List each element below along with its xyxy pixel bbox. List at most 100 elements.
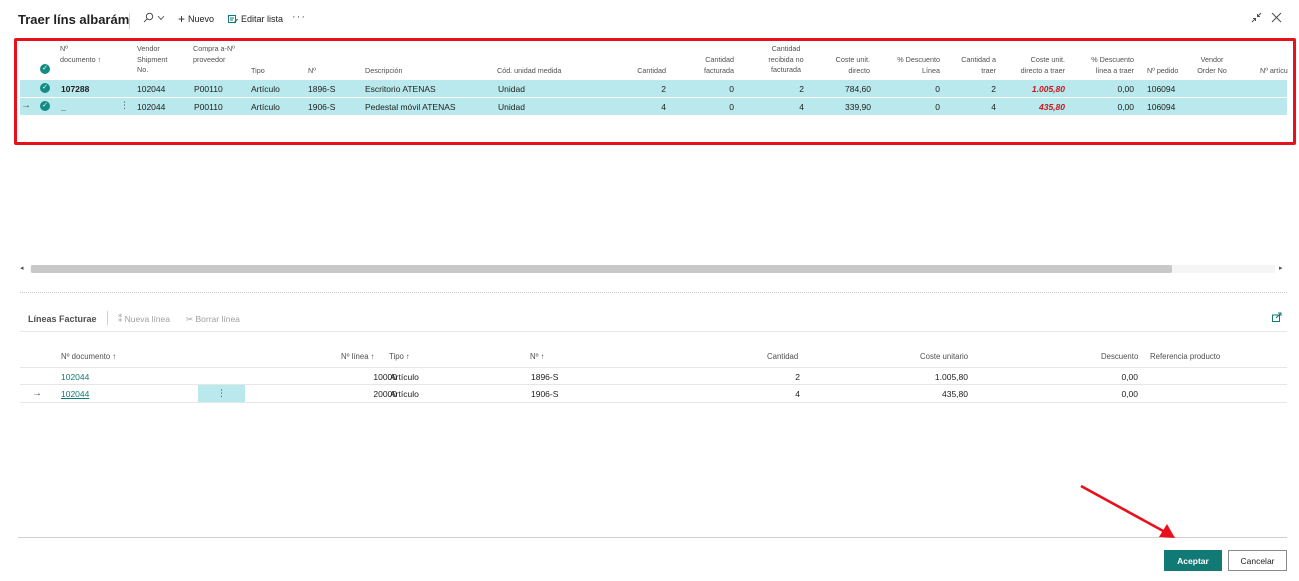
part-col-header-line[interactable]: Nº línea ↑: [341, 352, 375, 361]
row-select-checkbox[interactable]: ✓: [40, 101, 50, 111]
cell-discount-to-bring[interactable]: 0,00: [1082, 84, 1134, 94]
cell-order-no[interactable]: 106094: [1147, 84, 1175, 94]
table-row[interactable]: → 102044 20000 Artículo 1906-S 4 435,80 …: [20, 385, 1287, 402]
cell-doc[interactable]: 107288: [61, 84, 89, 94]
cell-qty-invoiced[interactable]: 0: [694, 84, 734, 94]
part-toolbar-divider: [107, 311, 108, 325]
cell-qty-to-bring[interactable]: 2: [955, 84, 996, 94]
cell-line-no[interactable]: 10000: [336, 372, 397, 382]
part-title: Líneas Facturae: [28, 314, 97, 324]
col-header-qty-invoiced[interactable]: Cantidad facturada: [694, 55, 734, 76]
part-col-header-type[interactable]: Tipo ↑: [389, 352, 410, 361]
cell-discount-to-bring[interactable]: 0,00: [1082, 102, 1134, 112]
more-actions-button[interactable]: ···: [292, 11, 306, 23]
cell-unit-cost[interactable]: 339,90: [830, 102, 871, 112]
close-icon[interactable]: [1271, 12, 1282, 26]
search-button[interactable]: [143, 12, 165, 23]
col-header-discount[interactable]: % Descuento Línea: [892, 55, 940, 76]
cell-unit-cost-to-bring[interactable]: 435,80: [1015, 102, 1065, 112]
cell-vendor-shipment[interactable]: 102044: [137, 84, 165, 94]
cell-discount[interactable]: 0,00: [1090, 372, 1138, 382]
scroll-left-icon[interactable]: ◂: [20, 264, 24, 272]
cell-discount[interactable]: 0: [892, 84, 940, 94]
col-header-no[interactable]: Nº: [308, 66, 316, 77]
col-header-qty-to-bring[interactable]: Cantidad a traer: [955, 55, 996, 76]
scroll-right-icon[interactable]: ▸: [1279, 264, 1283, 272]
cell-vendor-shipment[interactable]: 102044: [137, 102, 165, 112]
cell-unit-cost[interactable]: 435,80: [900, 389, 968, 399]
horizontal-scrollbar[interactable]: ◂ ▸: [20, 264, 1287, 274]
share-icon[interactable]: [1272, 312, 1282, 325]
col-header-vendor-order[interactable]: Vendor Order No: [1197, 55, 1227, 76]
scrollbar-thumb[interactable]: [31, 265, 1172, 273]
collapse-icon[interactable]: [1251, 12, 1262, 26]
cell-type[interactable]: Artículo: [390, 372, 419, 382]
cell-unit-cost[interactable]: 1.005,80: [900, 372, 968, 382]
cell-type[interactable]: Artículo: [390, 389, 419, 399]
part-col-header-doc[interactable]: Nº documento ↑: [61, 352, 116, 361]
cell-qty-to-bring[interactable]: 4: [955, 102, 996, 112]
table-row[interactable]: 102044 10000 Artículo 1896-S 2 1.005,80 …: [20, 368, 1287, 385]
cell-no[interactable]: 1906-S: [531, 389, 558, 399]
cell-type[interactable]: Artículo: [251, 102, 280, 112]
col-header-vendor-no[interactable]: Compra a-Nº proveedor: [193, 44, 235, 65]
col-header-order-no[interactable]: Nº pedido: [1147, 66, 1178, 77]
cell-uom[interactable]: Unidad: [498, 84, 525, 94]
cell-discount[interactable]: 0,00: [1090, 389, 1138, 399]
cell-qty-received[interactable]: 4: [762, 102, 804, 112]
cell-type[interactable]: Artículo: [251, 84, 280, 94]
col-header-unit-cost[interactable]: Coste unit. directo: [830, 55, 870, 76]
accept-button[interactable]: Aceptar: [1164, 550, 1222, 571]
new-line-button[interactable]: ⁑ Nueva línea: [118, 314, 170, 325]
part-divider: [20, 292, 1287, 293]
cell-doc-link[interactable]: 102044: [61, 389, 89, 399]
cell-unit-cost[interactable]: 784,60: [830, 84, 871, 94]
table-row[interactable]: ✓ 107288 102044 P00110 Artículo 1896-S E…: [20, 80, 1287, 97]
cell-order-no[interactable]: 106094: [1147, 102, 1175, 112]
col-header-description[interactable]: Descripción: [365, 66, 403, 77]
cell-no[interactable]: 1896-S: [308, 84, 335, 94]
cell-qty[interactable]: 4: [620, 102, 666, 112]
part-col-header-discount[interactable]: Descuento: [1101, 352, 1138, 361]
col-header-discount-to-bring[interactable]: % Descuento línea a traer: [1082, 55, 1134, 76]
cell-qty-received[interactable]: 2: [762, 84, 804, 94]
col-header-vendor-shipment[interactable]: Vendor Shipment No.: [137, 44, 177, 76]
cell-vendor-no[interactable]: P00110: [194, 102, 223, 112]
col-header-qty-received[interactable]: Cantidad recibida no facturada: [762, 44, 810, 76]
cell-discount[interactable]: 0: [892, 102, 940, 112]
col-header-type[interactable]: Tipo: [251, 66, 265, 77]
cell-no[interactable]: 1896-S: [531, 372, 558, 382]
cancel-button[interactable]: Cancelar: [1228, 550, 1287, 571]
cell-doc[interactable]: _: [61, 102, 66, 112]
cell-qty[interactable]: 4: [760, 389, 800, 399]
part-col-header-no[interactable]: Nº ↑: [530, 352, 545, 361]
part-col-header-unit-cost[interactable]: Coste unitario: [920, 352, 968, 361]
cell-qty-invoiced[interactable]: 0: [694, 102, 734, 112]
cell-description[interactable]: Pedestal móvil ATENAS: [365, 102, 456, 112]
select-all-checkbox[interactable]: ✓: [40, 64, 50, 74]
edit-list-icon: [228, 14, 238, 23]
table-row[interactable]: → ✓ _ ⋮ 102044 P00110 Artículo 1906-S Pe…: [20, 98, 1287, 115]
cell-qty[interactable]: 2: [760, 372, 800, 382]
col-header-item-no[interactable]: Nº artícu: [1260, 66, 1288, 77]
cell-no[interactable]: 1906-S: [308, 102, 335, 112]
part-col-header-qty[interactable]: Cantidad: [767, 352, 798, 361]
cell-line-no[interactable]: 20000: [336, 389, 397, 399]
col-header-uom[interactable]: Cód. unidad medida: [497, 66, 561, 77]
col-header-doc[interactable]: Nº documento ↑: [60, 44, 105, 65]
cell-unit-cost-to-bring[interactable]: 1.005,80: [1015, 84, 1065, 94]
col-header-unit-cost-to-bring[interactable]: Coste unit. directo a traer: [1015, 55, 1065, 76]
part-col-header-product-ref[interactable]: Referencia producto: [1150, 352, 1220, 361]
new-button[interactable]: + Nuevo: [178, 11, 214, 26]
edit-list-button[interactable]: Editar lista: [228, 14, 283, 24]
delete-line-button[interactable]: ✂ Borrar línea: [186, 314, 240, 325]
plus-icon: +: [178, 11, 186, 26]
cell-vendor-no[interactable]: P00110: [194, 84, 223, 94]
col-header-qty[interactable]: Cantidad: [620, 66, 666, 77]
row-actions-icon[interactable]: ⋮: [120, 100, 129, 111]
row-select-checkbox[interactable]: ✓: [40, 83, 50, 93]
cell-qty[interactable]: 2: [620, 84, 666, 94]
cell-description[interactable]: Escritorio ATENAS: [365, 84, 436, 94]
cell-doc-link[interactable]: 102044: [61, 372, 89, 382]
cell-uom[interactable]: Unidad: [498, 102, 525, 112]
